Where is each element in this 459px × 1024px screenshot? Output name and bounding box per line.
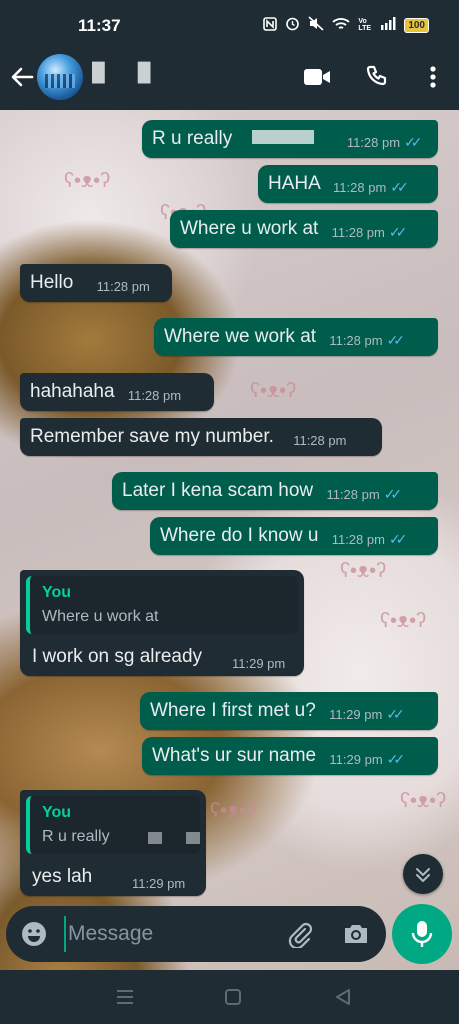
status-icons: Vo LTE 100 [263,16,429,34]
read-ticks-icon: ✓✓ [386,332,406,348]
read-ticks-icon: ✓✓ [390,179,409,195]
message-outgoing[interactable]: Where do I know u 11:28 pm ✓✓ [150,517,438,555]
message-outgoing[interactable]: R u really 11:28 pm ✓✓ [142,120,438,158]
scroll-down-icon [416,868,430,882]
message-outgoing[interactable]: What's ur sur name 11:29 pm ✓✓ [142,737,438,775]
quoted-message[interactable]: You R u really [26,796,200,854]
message-outgoing[interactable]: HAHA 11:28 pm ✓✓ [258,165,438,203]
wallpaper-bear-icon: ʕ•ᴥ•ʔ [380,610,427,632]
read-ticks-icon: ✓✓ [388,224,408,240]
message-time: 11:28 pm [329,333,383,348]
emoji-icon[interactable] [20,920,48,948]
read-ticks-icon: ✓✓ [386,751,406,767]
message-text: Remember save my number. [30,426,274,447]
message-time: 11:28 pm [326,487,380,502]
message-outgoing[interactable]: Later I kena scam how 11:28 pm ✓✓ [112,472,438,510]
contact-name-text: █ █ [92,62,165,82]
wallpaper-bear-icon: ʕ•ᴥ•ʔ [340,560,387,582]
message-time: 11:28 pm [346,135,401,150]
message-input[interactable] [64,916,278,952]
read-ticks-icon: ✓✓ [404,134,423,150]
voice-call-icon[interactable] [365,65,389,89]
nav-back-icon[interactable] [332,986,354,1008]
chat-area[interactable]: ʕ•ᴥ•ʔ ʕ•ᴥ•ʔ ʕ•ᴥ•ʔ ʕ•ᴥ•ʔ ʕ•ᴥ•ʔ ★ ʕ•ᴥ•ʔ ʕ•… [0,110,459,970]
wallpaper-bear-icon: ʕ•ᴥ•ʔ [400,790,447,812]
contact-name[interactable]: █ █ [92,62,165,83]
quote-author: You [42,584,72,601]
alarm-icon [285,16,300,34]
battery-indicator: 100 [404,17,429,33]
message-time: 11:28 pm [293,433,347,448]
quote-author: You [42,804,72,821]
back-arrow-icon[interactable] [8,63,36,91]
wallpaper-bear-icon: ʕ•ᴥ•ʔ [64,170,111,192]
nav-home-icon[interactable] [222,986,244,1008]
status-bar: 11:37 Vo LTE 100 [0,0,459,48]
redacted-text [251,130,314,144]
more-options-icon[interactable] [429,65,437,89]
message-text: Where do I know u [160,525,319,546]
wallpaper-bear-icon: ʕ•ᴥ•ʔ [210,800,257,822]
mic-icon [411,921,433,947]
wifi-icon [332,17,350,34]
scroll-down-button[interactable] [403,854,443,894]
message-text: What's ur sur name [152,745,317,766]
nav-menu-icon[interactable] [114,986,136,1008]
chat-header: █ █ [0,48,459,110]
message-outgoing[interactable]: Where we work at 11:28 pm ✓✓ [154,318,438,356]
message-time: 11:28 pm [96,279,150,294]
message-time: 11:29 pm [232,656,286,671]
message-text: Hello [30,272,74,293]
wallpaper-bear-icon: ʕ•ᴥ•ʔ [250,380,297,402]
message-time: 11:28 pm [333,180,387,195]
message-text: Where we work at [164,326,317,347]
read-ticks-icon: ✓✓ [383,486,403,502]
message-incoming-reply[interactable]: You R u really yes lah 11:29 pm [20,790,206,896]
message-text: Where I first met u? [150,700,316,721]
system-nav-bar [0,970,459,1024]
message-text: HAHA [268,173,320,194]
message-text: I work on sg already [32,646,203,667]
message-time: 11:29 pm [329,752,383,767]
message-outgoing[interactable]: Where I first met u? 11:29 pm ✓✓ [140,692,438,730]
message-text: hahahaha [30,381,115,402]
message-time: 11:28 pm [127,388,182,403]
message-outgoing[interactable]: Where u work at 11:28 pm ✓✓ [170,210,438,248]
message-time: 11:28 pm [331,532,385,547]
mute-icon [308,16,324,34]
message-time: 11:29 pm [132,876,186,891]
message-text: yes lah [32,866,93,887]
read-ticks-icon: ✓✓ [386,706,405,722]
read-ticks-icon: ✓✓ [388,531,408,547]
message-time: 11:29 pm [329,707,383,722]
nfc-icon [263,16,278,34]
message-incoming-reply[interactable]: You Where u work at I work on sg already… [20,570,304,676]
compose-bar [6,906,386,962]
message-incoming[interactable]: hahahaha 11:28 pm [20,373,214,411]
contact-avatar[interactable] [37,54,83,100]
quote-text: R u really [42,828,110,845]
redacted-text [186,832,200,844]
message-text: Later I kena scam how [122,480,314,501]
message-text: Where u work at [180,218,319,239]
quoted-message[interactable]: You Where u work at [26,576,298,634]
message-incoming[interactable]: Hello 11:28 pm [20,264,172,302]
status-time: 11:37 [78,16,121,35]
redacted-text [148,832,162,844]
message-incoming[interactable]: Remember save my number. 11:28 pm [20,418,382,456]
message-time: 11:28 pm [331,225,385,240]
mic-button[interactable] [392,904,452,964]
quote-text: Where u work at [42,608,159,625]
volte-icon: Vo LTE [358,18,372,32]
video-call-icon[interactable] [303,67,331,87]
message-text: R u really [152,128,233,149]
signal-icon [380,17,396,33]
camera-icon[interactable] [342,921,370,947]
attach-icon[interactable] [286,920,314,948]
